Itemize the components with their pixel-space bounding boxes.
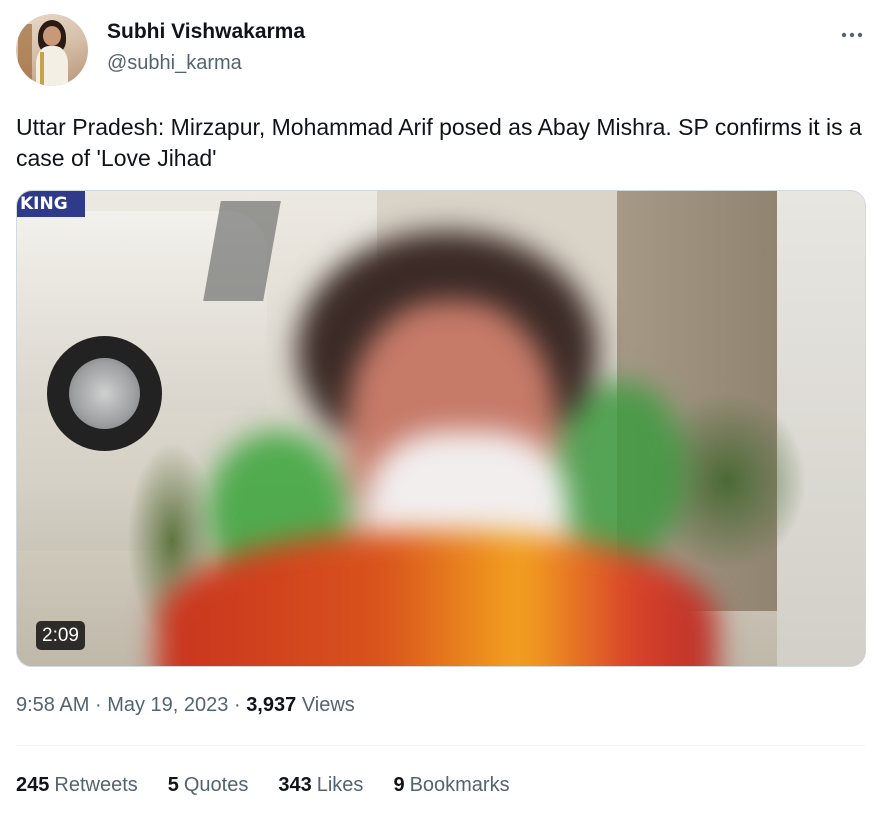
video-vehicle-rim bbox=[69, 358, 140, 429]
avatar-face bbox=[43, 26, 61, 46]
views-count: 3,937 bbox=[246, 694, 297, 716]
video-sign: KING bbox=[17, 191, 85, 217]
quotes-stat[interactable]: 5 Quotes bbox=[168, 774, 249, 797]
bookmarks-label: Bookmarks bbox=[409, 774, 510, 796]
avatar[interactable] bbox=[16, 14, 88, 86]
engagement-stats: 245 Retweets 5 Quotes 343 Likes 9 Bookmarks bbox=[16, 774, 540, 797]
avatar-door bbox=[18, 24, 32, 84]
person-green-right bbox=[557, 381, 687, 561]
retweets-count: 245 bbox=[16, 774, 50, 796]
video-blurred-person bbox=[157, 231, 717, 666]
quotes-count: 5 bbox=[167, 774, 179, 796]
tweet-header: Subhi Vishwakarma @subhi_karma bbox=[16, 14, 879, 90]
tweet-date[interactable]: May 19, 2023 bbox=[107, 694, 228, 716]
video-duration-badge: 2:09 bbox=[36, 621, 85, 650]
meta-separator: · bbox=[94, 694, 102, 716]
bookmarks-count: 9 bbox=[393, 774, 405, 796]
video-player[interactable]: KING 2:09 bbox=[16, 190, 866, 667]
likes-count: 343 bbox=[278, 774, 312, 796]
display-name[interactable]: Subhi Vishwakarma bbox=[107, 20, 305, 44]
user-handle[interactable]: @subhi_karma bbox=[107, 52, 242, 75]
more-dots-icon bbox=[841, 32, 863, 38]
tweet-meta: 9:58 AM · May 19, 2023 · 3,937 Views bbox=[16, 694, 355, 717]
tweet-text: Uttar Pradesh: Mirzapur, Mohammad Arif p… bbox=[16, 114, 862, 171]
views-label: Views bbox=[301, 694, 355, 716]
meta-separator: · bbox=[233, 694, 241, 716]
tweet-time[interactable]: 9:58 AM bbox=[16, 694, 89, 716]
likes-stat[interactable]: 343 Likes bbox=[278, 774, 363, 797]
retweets-label: Retweets bbox=[54, 774, 138, 796]
divider bbox=[16, 745, 865, 746]
bookmarks-stat[interactable]: 9 Bookmarks bbox=[393, 774, 509, 797]
quotes-label: Quotes bbox=[183, 774, 249, 796]
more-options-button[interactable] bbox=[835, 18, 869, 52]
avatar-sari-border bbox=[40, 52, 44, 86]
likes-label: Likes bbox=[316, 774, 364, 796]
retweets-stat[interactable]: 245 Retweets bbox=[16, 774, 138, 797]
